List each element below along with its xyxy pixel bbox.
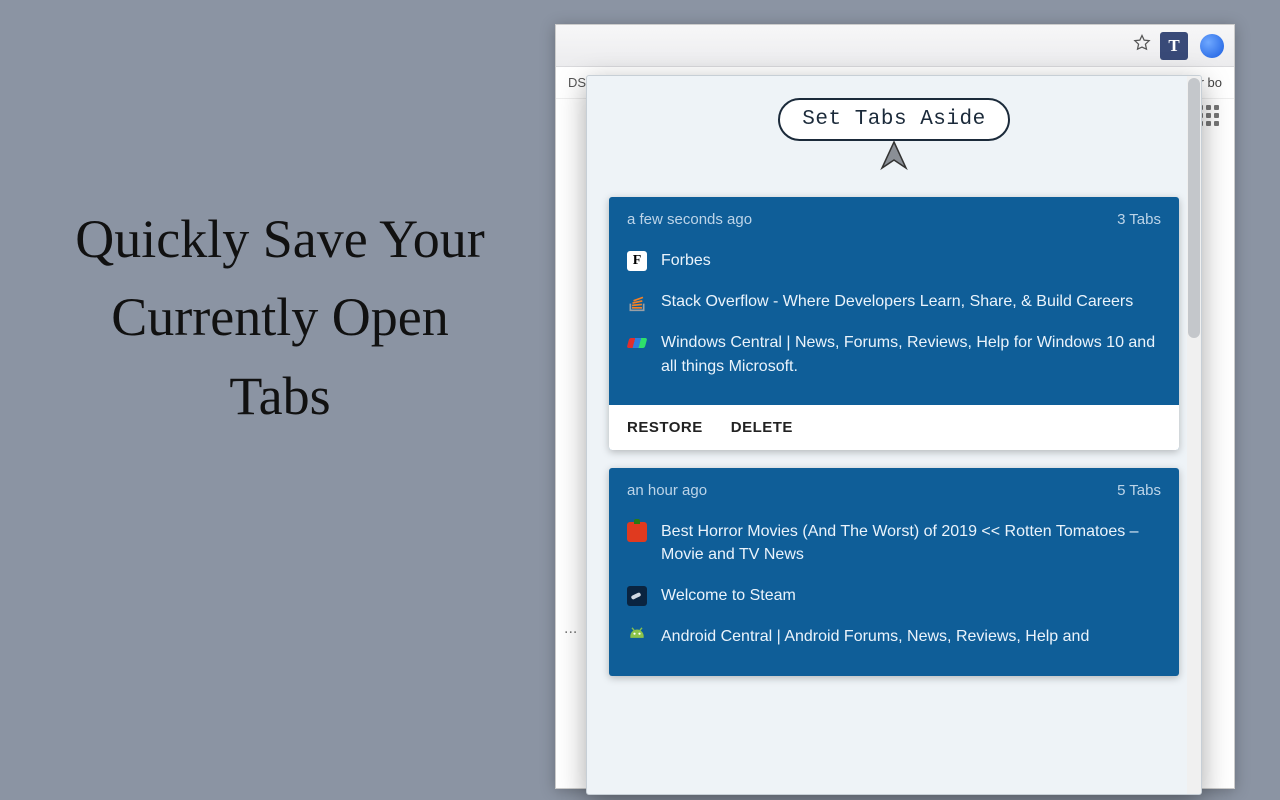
profile-avatar-icon[interactable] xyxy=(1200,34,1224,58)
delete-button[interactable]: DELETE xyxy=(731,419,793,436)
scrollbar-track[interactable] xyxy=(1187,76,1201,794)
group-tab-count: 5 Tabs xyxy=(1117,482,1161,499)
tab-title: Best Horror Movies (And The Worst) of 20… xyxy=(661,520,1161,566)
rottentomatoes-favicon-icon xyxy=(627,522,647,542)
truncation-ellipsis: ... xyxy=(564,620,577,638)
tab-row[interactable]: Stack Overflow - Where Developers Learn,… xyxy=(627,281,1161,322)
tab-row[interactable]: Android Central | Android Forums, News, … xyxy=(627,616,1161,657)
tab-title: Stack Overflow - Where Developers Learn,… xyxy=(661,290,1161,313)
bookmark-star-icon[interactable] xyxy=(1132,33,1152,58)
steam-favicon-icon xyxy=(627,586,647,606)
group-actions: RESTORE DELETE xyxy=(609,405,1179,450)
tab-title: Android Central | Android Forums, News, … xyxy=(661,625,1161,648)
popup-header: Set Tabs Aside xyxy=(587,76,1201,189)
stackoverflow-favicon-icon xyxy=(627,292,647,312)
bookmark-item[interactable]: DS xyxy=(568,75,586,90)
group-timestamp: a few seconds ago xyxy=(627,211,752,228)
restore-button[interactable]: RESTORE xyxy=(627,419,703,436)
androidcentral-favicon-icon xyxy=(627,627,647,647)
bookmark-item[interactable]: r bo xyxy=(1200,75,1222,90)
tab-title: Windows Central | News, Forums, Reviews,… xyxy=(661,331,1161,377)
tab-group-card: an hour ago 5 Tabs Best Horror Movies (A… xyxy=(609,468,1179,676)
browser-toolbar: T xyxy=(556,25,1234,67)
promo-headline: Quickly Save Your Currently Open Tabs xyxy=(60,200,500,435)
browser-window: T DS r bo ... Set Tabs Aside a few secon… xyxy=(555,24,1235,789)
tab-row[interactable]: Welcome to Steam xyxy=(627,575,1161,616)
tab-title: Welcome to Steam xyxy=(661,584,1161,607)
tab-row[interactable]: Best Horror Movies (And The Worst) of 20… xyxy=(627,511,1161,575)
tab-row[interactable]: F Forbes xyxy=(627,240,1161,281)
windowscentral-favicon-icon xyxy=(627,333,647,353)
group-timestamp: an hour ago xyxy=(627,482,707,499)
forbes-favicon-icon: F xyxy=(627,251,647,271)
group-tab-count: 3 Tabs xyxy=(1117,211,1161,228)
cursor-arrow-icon xyxy=(876,138,912,179)
tab-row[interactable]: Windows Central | News, Forums, Reviews,… xyxy=(627,322,1161,386)
extension-badge[interactable]: T xyxy=(1160,32,1188,60)
extension-popup: Set Tabs Aside a few seconds ago 3 Tabs … xyxy=(586,75,1202,795)
tab-title: Forbes xyxy=(661,249,1161,272)
scrollbar-thumb[interactable] xyxy=(1188,78,1200,338)
set-tabs-aside-button[interactable]: Set Tabs Aside xyxy=(778,98,1009,141)
tab-group-card: a few seconds ago 3 Tabs F Forbes Stack … xyxy=(609,197,1179,450)
